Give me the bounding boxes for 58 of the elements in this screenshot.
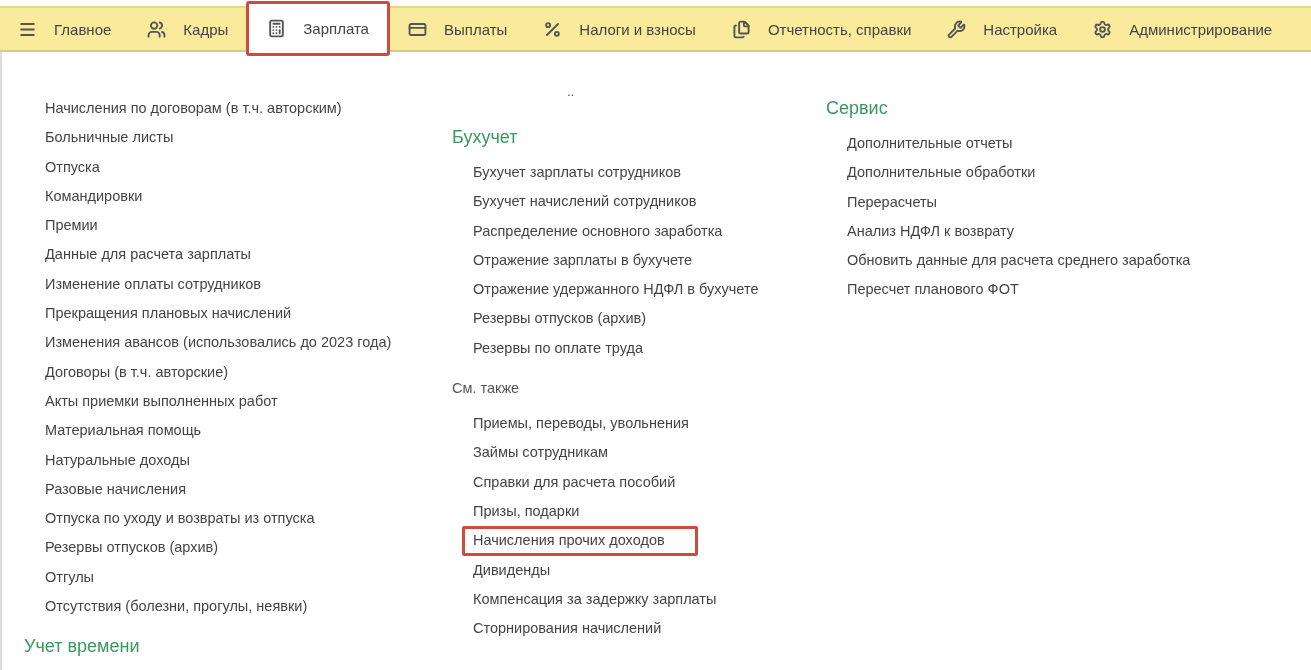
section-heading: См. также [452, 379, 521, 399]
menu-link[interactable]: Дополнительные отчеты [847, 129, 1013, 159]
menu-link[interactable]: Справки для расчета пособий [473, 467, 676, 497]
section-heading: Учет времени [24, 635, 141, 659]
menu-link[interactable]: Сторнирования начислений [473, 614, 662, 644]
menu-link[interactable]: Дивиденды [473, 555, 551, 585]
menu-link[interactable]: Материальная помощь [45, 416, 202, 446]
section-tab[interactable]: Отчетность, справки [713, 8, 930, 50]
menu-link[interactable]: Больничные листы [45, 123, 174, 153]
percent-icon [543, 19, 563, 39]
menu-link[interactable]: Командировки [45, 181, 143, 212]
menu-link[interactable]: Начисления по договорам (в т.ч. авторским) [45, 94, 342, 124]
section-tab[interactable]: Настройка [929, 8, 1076, 50]
menu-link[interactable]: Премии [45, 211, 98, 241]
menu-link[interactable]: Акты приемки выполненных работ [45, 386, 278, 417]
section-heading: Бухучет [452, 126, 519, 149]
section-tab[interactable]: Кадры [129, 8, 247, 50]
menu-link[interactable]: Распределение основного заработка [473, 216, 723, 246]
ellipsis-text: .. [566, 83, 576, 101]
people-icon [147, 19, 167, 39]
menu-link[interactable]: Отражение удержанного НДФЛ в бухучете [473, 275, 759, 305]
menu-link[interactable]: Резервы отпусков (архив) [473, 304, 647, 334]
menu-link[interactable]: Прекращения плановых начислений [45, 299, 292, 329]
section-tab[interactable]: Главное [0, 8, 130, 50]
menu-link[interactable]: Отсутствия (болезни, прогулы, неявки) [45, 592, 308, 622]
menu-link[interactable]: Приемы, переводы, увольнения [473, 409, 689, 439]
menu-link[interactable]: Резервы отпусков (архив) [45, 533, 219, 563]
menu-link[interactable]: Натуральные доходы [45, 445, 190, 475]
documents-icon [731, 19, 751, 39]
section-tab[interactable]: Налоги и взносы [525, 8, 714, 50]
calculator-icon [267, 19, 287, 38]
menu-link[interactable]: Бухучет начислений сотрудников [473, 187, 697, 217]
menu-link[interactable]: Призы, подарки [473, 496, 580, 527]
menu-link[interactable]: Компенсация за задержку зарплаты [473, 584, 717, 615]
menu-link[interactable]: Разовые начисления [45, 474, 186, 505]
section-tab[interactable]: Администрирование [1075, 8, 1291, 50]
menu-link[interactable]: Пересчет планового ФОТ [847, 275, 1019, 305]
menu-link[interactable]: Отражение зарплаты в бухучете [473, 245, 693, 276]
menu-link[interactable]: Отгулы [45, 562, 95, 593]
menu-link[interactable]: Изменения авансов (использовались до 2023 года) [45, 328, 392, 358]
menu-link[interactable]: Резервы по оплате труда [473, 333, 644, 364]
wrench-icon [947, 19, 967, 39]
settings-icon [1093, 19, 1113, 39]
menu-link[interactable]: Анализ НДФЛ к возврату [847, 216, 1015, 247]
section-tab[interactable]: Выплаты [389, 8, 526, 50]
menu-link[interactable]: Начисления прочих доходов [462, 526, 698, 556]
menu-link[interactable]: Изменение оплаты сотрудников [45, 269, 261, 300]
menu-link[interactable]: Обновить данные для расчета среднего заработка [847, 246, 1191, 276]
menu-link[interactable]: Данные для расчета зарплаты [45, 240, 252, 270]
menu-link[interactable]: Договоры (в т.ч. авторские) [45, 357, 229, 387]
section-tab[interactable]: Зарплата [246, 1, 390, 56]
menu-link[interactable]: Перерасчеты [847, 187, 938, 217]
menu-link[interactable]: Дополнительные обработки [847, 158, 1036, 188]
menu-link[interactable]: Бухучет зарплаты сотрудников [473, 158, 681, 188]
menu-link[interactable]: Займы сотрудникам [473, 438, 609, 468]
section-heading: Сервис [826, 97, 889, 120]
menu-link[interactable]: Отпуска по уходу и возвраты из отпуска [45, 504, 315, 534]
menu-link[interactable]: Отпуска [45, 152, 100, 182]
